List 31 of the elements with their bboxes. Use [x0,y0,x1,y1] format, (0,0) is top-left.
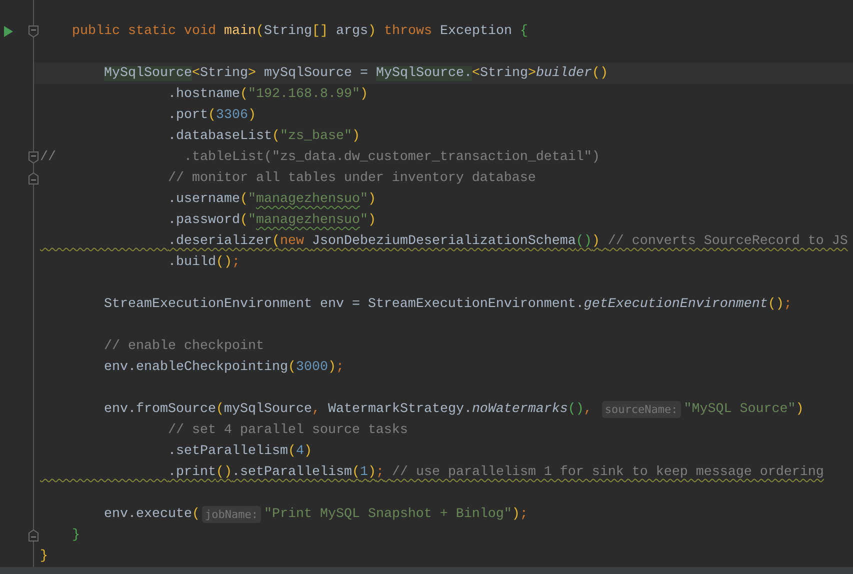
code-line: MySqlSource<String> mySqlSource = MySqlSource.<String>builder() [103,65,608,83]
fold-icon[interactable] [28,25,39,38]
code-line: .setParallelism(4) [166,443,312,461]
code-line: env.execute( [103,506,200,524]
code-line: StreamExecutionEnvironment env = StreamExecutionEnvironment.getExecutionEnvironment(); [103,296,792,314]
code-line: .deserializer(new JsonDebeziumDeserializationSchema()) // converts SourceRecord to JS [166,233,848,251]
run-icon[interactable] [4,26,13,37]
code-line: } [71,527,80,545]
code-line: // enable checkpoint [103,338,264,356]
code-line: .port(3306) [166,107,256,125]
code-line: .databaseList("zs_base") [166,128,360,146]
code-line: "Print MySQL Snapshot + Binlog"); [264,506,528,524]
code-line: "MySQL Source") [684,401,804,419]
code-line: env.enableCheckpointing(3000); [103,359,344,377]
code-line: // .tableList("zs_data.dw_customer_transaction_detail") [40,149,600,167]
code-line: .build(); [166,254,240,272]
fold-icon[interactable] [28,172,39,185]
code-line: env.fromSource(mySqlSource, WatermarkStrategy.noWatermarks(), [103,401,593,419]
fold-icon[interactable] [28,151,39,164]
code-line: .username("managezhensuo") [166,191,376,209]
code-line: public static void main(String[] args) throws Exception { [71,23,528,41]
code-line: // set 4 parallel source tasks [166,422,408,440]
horizontal-scrollbar[interactable] [0,567,853,574]
code-line: .hostname("192.168.8.99") [166,86,368,104]
fold-icon[interactable] [28,529,39,542]
code-line: // monitor all tables under inventory database [166,170,536,188]
parameter-hint: jobName: [202,506,261,523]
code-line: .password("managezhensuo") [166,212,376,230]
parameter-hint: sourceName: [602,401,681,418]
code-line: } [40,548,48,566]
code-line: .print().setParallelism(1); // use parallelism 1 for sink to keep message ordering [166,464,824,482]
